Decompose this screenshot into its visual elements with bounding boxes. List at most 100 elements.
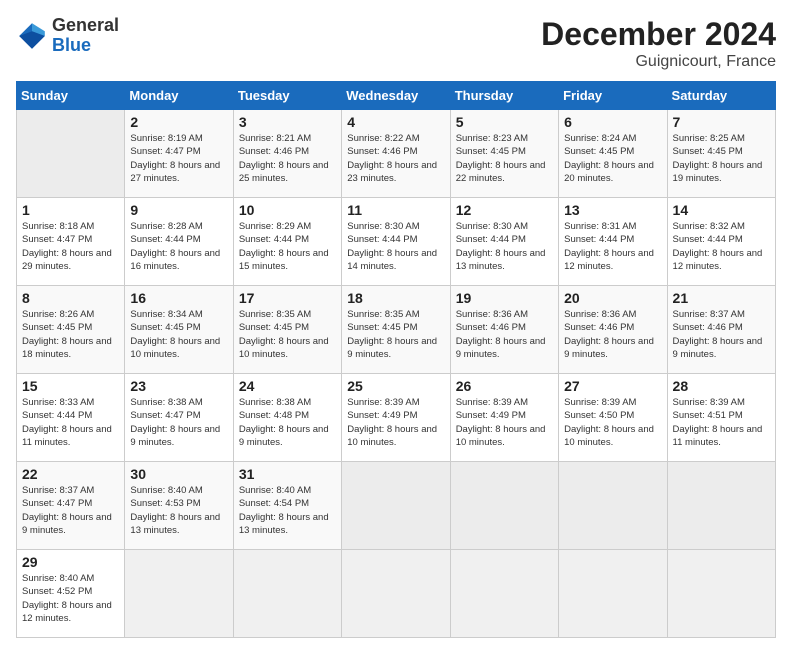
location-title: Guignicourt, France (541, 53, 776, 71)
day-info: Sunrise: 8:29 AMSunset: 4:44 PMDaylight:… (239, 221, 329, 272)
day-number: 27 (564, 378, 661, 394)
table-row: 27 Sunrise: 8:39 AMSunset: 4:50 PMDayligh… (559, 374, 667, 462)
day-number: 12 (456, 202, 553, 218)
day-info: Sunrise: 8:22 AMSunset: 4:46 PMDaylight:… (347, 133, 437, 184)
table-row: 12Sunrise: 8:30 AMSunset: 4:44 PMDayligh… (450, 198, 558, 286)
day-number: 10 (239, 202, 336, 218)
table-row (342, 550, 450, 638)
table-row: 22Sunrise: 8:37 AMSunset: 4:47 PMDayligh… (17, 462, 125, 550)
weekday-thursday: Thursday (450, 82, 558, 110)
day-number: 16 (130, 290, 227, 306)
calendar-body: 2 Sunrise: 8:19 AMSunset: 4:47 PMDaylight… (17, 110, 776, 638)
day-number: 19 (456, 290, 553, 306)
day-number: 1 (22, 202, 119, 218)
day-info: Sunrise: 8:30 AMSunset: 4:44 PMDaylight:… (347, 221, 437, 272)
day-info: Sunrise: 8:39 AMSunset: 4:50 PMDaylight:… (564, 397, 654, 448)
table-row: 31Sunrise: 8:40 AMSunset: 4:54 PMDayligh… (233, 462, 341, 550)
calendar-table: Sunday Monday Tuesday Wednesday Thursday… (16, 81, 776, 638)
table-row (559, 550, 667, 638)
table-row (125, 550, 233, 638)
weekday-monday: Monday (125, 82, 233, 110)
logo-general: General (52, 16, 119, 36)
day-info: Sunrise: 8:18 AMSunset: 4:47 PMDaylight:… (22, 221, 112, 272)
day-number: 18 (347, 290, 444, 306)
table-row: 4 Sunrise: 8:22 AMSunset: 4:46 PMDaylight… (342, 110, 450, 198)
day-number: 20 (564, 290, 661, 306)
table-row: 13 Sunrise: 8:31 AMSunset: 4:44 PMDayligh… (559, 198, 667, 286)
day-info: Sunrise: 8:26 AMSunset: 4:45 PMDaylight:… (22, 309, 112, 360)
day-info: Sunrise: 8:28 AMSunset: 4:44 PMDaylight:… (130, 221, 220, 272)
table-row: 20Sunrise: 8:36 AMSunset: 4:46 PMDayligh… (559, 286, 667, 374)
day-number: 6 (564, 114, 661, 130)
calendar-header: Sunday Monday Tuesday Wednesday Thursday… (17, 82, 776, 110)
table-row: 23 Sunrise: 8:38 AMSunset: 4:47 PMDayligh… (125, 374, 233, 462)
day-info: Sunrise: 8:37 AMSunset: 4:47 PMDaylight:… (22, 485, 112, 536)
logo-text: General Blue (52, 16, 119, 56)
day-info: Sunrise: 8:38 AMSunset: 4:48 PMDaylight:… (239, 397, 329, 448)
table-row (559, 462, 667, 550)
weekday-wednesday: Wednesday (342, 82, 450, 110)
calendar-week-row: 29Sunrise: 8:40 AMSunset: 4:52 PMDayligh… (17, 550, 776, 638)
title-block: December 2024 Guignicourt, France (541, 16, 776, 71)
day-number: 17 (239, 290, 336, 306)
day-info: Sunrise: 8:21 AMSunset: 4:46 PMDaylight:… (239, 133, 329, 184)
day-info: Sunrise: 8:35 AMSunset: 4:45 PMDaylight:… (239, 309, 329, 360)
table-row: 5Sunrise: 8:23 AMSunset: 4:45 PMDaylight… (450, 110, 558, 198)
day-number: 4 (347, 114, 444, 130)
table-row: 3 Sunrise: 8:21 AMSunset: 4:46 PMDaylight… (233, 110, 341, 198)
table-row: 17 Sunrise: 8:35 AMSunset: 4:45 PMDayligh… (233, 286, 341, 374)
day-number: 21 (673, 290, 770, 306)
day-number: 11 (347, 202, 444, 218)
day-info: Sunrise: 8:25 AMSunset: 4:45 PMDaylight:… (673, 133, 763, 184)
day-info: Sunrise: 8:40 AMSunset: 4:53 PMDaylight:… (130, 485, 220, 536)
day-number: 15 (22, 378, 119, 394)
table-row (17, 110, 125, 198)
day-number: 3 (239, 114, 336, 130)
table-row: 16Sunrise: 8:34 AMSunset: 4:45 PMDayligh… (125, 286, 233, 374)
table-row: 9Sunrise: 8:28 AMSunset: 4:44 PMDaylight… (125, 198, 233, 286)
day-info: Sunrise: 8:38 AMSunset: 4:47 PMDaylight:… (130, 397, 220, 448)
day-number: 8 (22, 290, 119, 306)
day-number: 13 (564, 202, 661, 218)
day-info: Sunrise: 8:33 AMSunset: 4:44 PMDaylight:… (22, 397, 112, 448)
logo-icon (16, 20, 48, 52)
weekday-friday: Friday (559, 82, 667, 110)
table-row (667, 550, 775, 638)
table-row: 30Sunrise: 8:40 AMSunset: 4:53 PMDayligh… (125, 462, 233, 550)
table-row (667, 462, 775, 550)
table-row: 10 Sunrise: 8:29 AMSunset: 4:44 PMDayligh… (233, 198, 341, 286)
table-row: 2 Sunrise: 8:19 AMSunset: 4:47 PMDaylight… (125, 110, 233, 198)
calendar-week-row: 8 Sunrise: 8:26 AMSunset: 4:45 PMDaylight… (17, 286, 776, 374)
table-row (342, 462, 450, 550)
calendar-week-row: 1 Sunrise: 8:18 AMSunset: 4:47 PMDaylight… (17, 198, 776, 286)
day-number: 23 (130, 378, 227, 394)
table-row: 15 Sunrise: 8:33 AMSunset: 4:44 PMDayligh… (17, 374, 125, 462)
day-info: Sunrise: 8:23 AMSunset: 4:45 PMDaylight:… (456, 133, 546, 184)
table-row: 28Sunrise: 8:39 AMSunset: 4:51 PMDayligh… (667, 374, 775, 462)
day-info: Sunrise: 8:40 AMSunset: 4:52 PMDaylight:… (22, 573, 112, 624)
table-row: 1 Sunrise: 8:18 AMSunset: 4:47 PMDaylight… (17, 198, 125, 286)
day-number: 2 (130, 114, 227, 130)
table-row: 14Sunrise: 8:32 AMSunset: 4:44 PMDayligh… (667, 198, 775, 286)
weekday-header-row: Sunday Monday Tuesday Wednesday Thursday… (17, 82, 776, 110)
calendar-week-row: 22Sunrise: 8:37 AMSunset: 4:47 PMDayligh… (17, 462, 776, 550)
table-row: 11 Sunrise: 8:30 AMSunset: 4:44 PMDayligh… (342, 198, 450, 286)
day-info: Sunrise: 8:36 AMSunset: 4:46 PMDaylight:… (456, 309, 546, 360)
day-info: Sunrise: 8:19 AMSunset: 4:47 PMDaylight:… (130, 133, 220, 184)
weekday-saturday: Saturday (667, 82, 775, 110)
weekday-tuesday: Tuesday (233, 82, 341, 110)
day-number: 25 (347, 378, 444, 394)
logo-blue: Blue (52, 36, 119, 56)
table-row: 29Sunrise: 8:40 AMSunset: 4:52 PMDayligh… (17, 550, 125, 638)
day-number: 24 (239, 378, 336, 394)
table-row: 25 Sunrise: 8:39 AMSunset: 4:49 PMDayligh… (342, 374, 450, 462)
day-info: Sunrise: 8:39 AMSunset: 4:49 PMDaylight:… (456, 397, 546, 448)
calendar-week-row: 15 Sunrise: 8:33 AMSunset: 4:44 PMDayligh… (17, 374, 776, 462)
day-info: Sunrise: 8:40 AMSunset: 4:54 PMDaylight:… (239, 485, 329, 536)
day-info: Sunrise: 8:39 AMSunset: 4:49 PMDaylight:… (347, 397, 437, 448)
day-number: 14 (673, 202, 770, 218)
table-row (450, 462, 558, 550)
table-row: 8 Sunrise: 8:26 AMSunset: 4:45 PMDaylight… (17, 286, 125, 374)
day-info: Sunrise: 8:31 AMSunset: 4:44 PMDaylight:… (564, 221, 654, 272)
table-row (450, 550, 558, 638)
